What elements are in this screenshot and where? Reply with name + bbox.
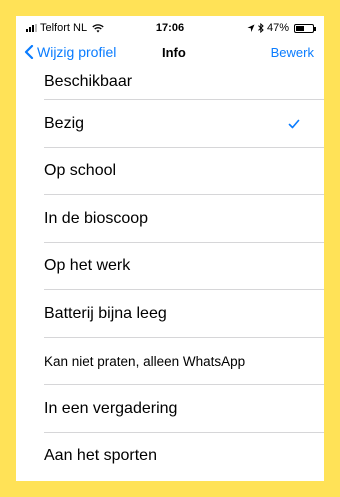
status-option-row[interactable]: Op school <box>16 148 324 195</box>
back-button[interactable]: Wijzig profiel <box>24 44 116 60</box>
navigation-bar: Wijzig profiel Info Bewerk <box>16 40 324 66</box>
status-option-row[interactable]: In een vergadering <box>16 385 324 433</box>
status-option-row[interactable]: Aan het sporten <box>16 433 324 481</box>
status-option-label: Op school <box>44 162 117 180</box>
status-option-row[interactable]: Kan niet praten, alleen WhatsApp <box>16 338 324 385</box>
status-option-label: Beschikbaar <box>44 73 133 90</box>
checkmark-icon <box>288 119 300 129</box>
battery-tip <box>314 26 316 31</box>
page-title: Info <box>162 45 186 60</box>
status-option-label: Kan niet praten, alleen WhatsApp <box>44 353 246 369</box>
battery-fill <box>296 25 304 31</box>
battery-icon <box>294 23 316 33</box>
status-option-row[interactable]: In de bioscoop <box>16 195 324 243</box>
status-bar: Telfort NL 17:06 47% <box>16 16 324 40</box>
status-option-row[interactable]: Op het werk <box>16 243 324 290</box>
status-option-label: Op het werk <box>44 257 131 275</box>
status-option-row[interactable]: Beschikbaar <box>16 64 324 100</box>
status-option-label: Bezig <box>44 114 85 132</box>
status-option-row[interactable]: Batterij bijna leeg <box>16 290 324 338</box>
status-option-label: Aan het sporten <box>44 447 157 465</box>
phone-screen: Telfort NL 17:06 47% Wijzig profiel Info… <box>16 16 324 481</box>
location-icon <box>247 24 255 32</box>
bluetooth-icon <box>258 23 264 33</box>
status-bar-right: 47% <box>247 22 316 34</box>
chevron-left-icon <box>24 45 34 59</box>
battery-percent: 47% <box>266 22 289 34</box>
status-option-label: In een vergadering <box>44 399 178 417</box>
status-option-row[interactable]: Bezig <box>16 100 324 148</box>
edit-button[interactable]: Bewerk <box>271 45 314 60</box>
status-list: Beschikbaar Bezig Op school In de bioscoop O… <box>16 73 324 481</box>
status-option-label: Batterij bijna leeg <box>44 304 167 322</box>
back-button-label: Wijzig profiel <box>37 44 117 60</box>
status-option-label: In de bioscoop <box>44 209 149 227</box>
